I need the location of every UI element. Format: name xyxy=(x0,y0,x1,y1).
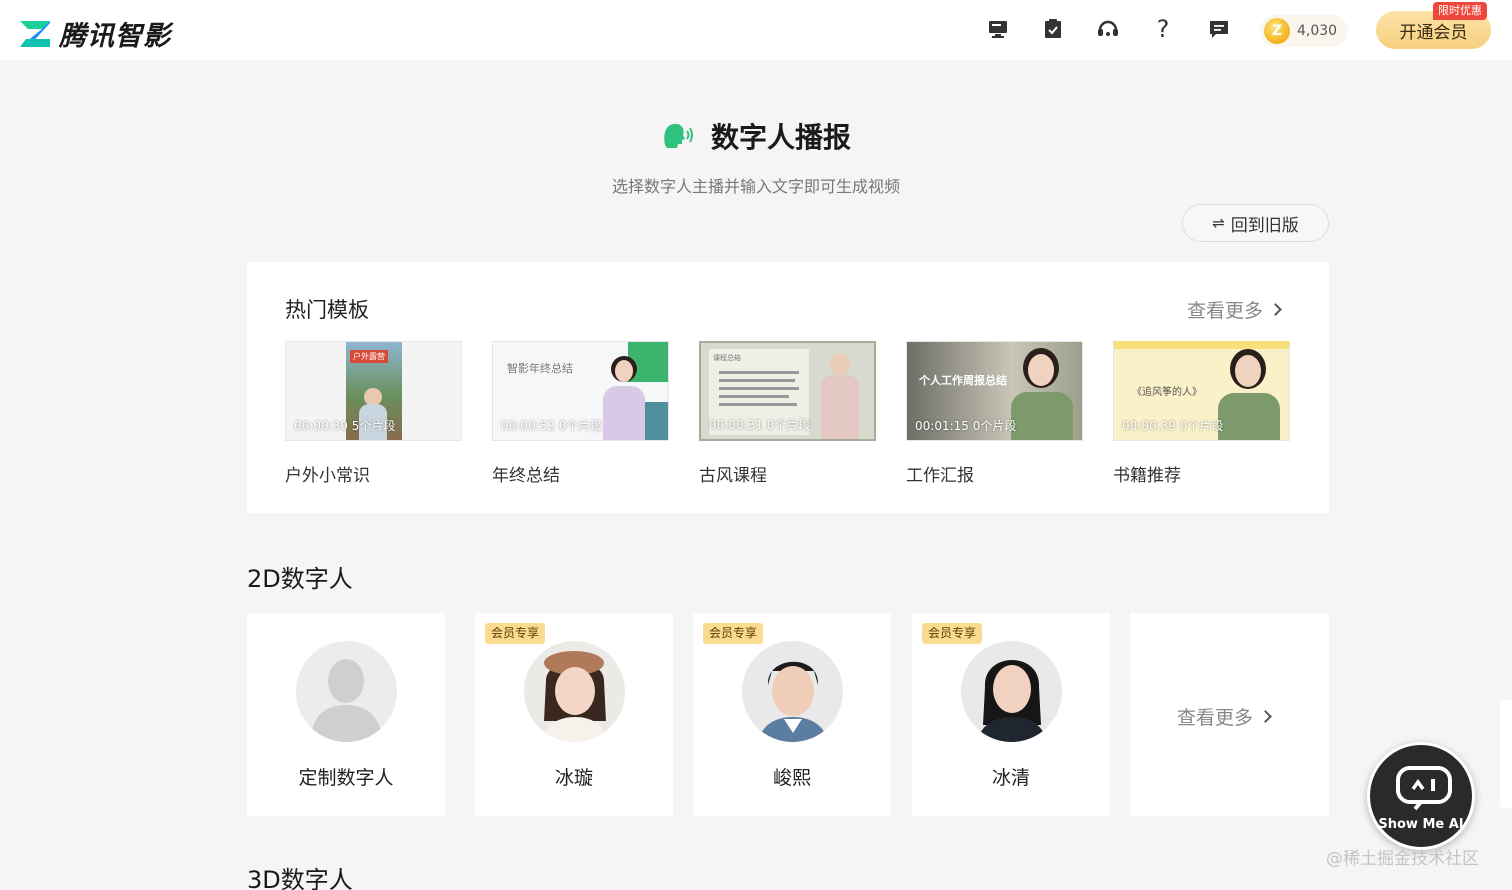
template-name: 书籍推荐 xyxy=(1113,466,1181,486)
ai-assistant-button[interactable]: Show Me AI xyxy=(1367,742,1475,850)
back-to-old-label: 回到旧版 xyxy=(1230,215,1299,236)
template-name: 户外小常识 xyxy=(285,466,370,486)
hot-templates-title: 热门模板 xyxy=(285,298,369,322)
page-title: 数字人播报 xyxy=(0,116,1512,156)
avatar xyxy=(742,641,843,742)
speaking-head-icon xyxy=(664,123,693,148)
template-name: 古风课程 xyxy=(699,466,767,486)
headset-icon[interactable] xyxy=(1095,16,1121,42)
template-thumbnail: 《追风筝的人》 00:00:39 0个片段 xyxy=(1113,341,1290,441)
chevron-right-icon xyxy=(1269,303,1282,316)
template-card[interactable]: 户外露营 00:00:30 5个片段 户外小常识 xyxy=(285,341,462,486)
side-tab[interactable] xyxy=(1500,700,1512,808)
logo-text: 腾讯智影 xyxy=(59,21,171,52)
template-meta: 00:00:30 5个片段 xyxy=(294,419,396,433)
template-meta: 00:00:39 0个片段 xyxy=(1122,419,1224,433)
watermark: @稀土掘金技术社区 xyxy=(1326,849,1479,869)
template-meta: 00:01:15 0个片段 xyxy=(915,419,1017,433)
template-card[interactable]: 个人工作周报总结 00:01:15 0个片段 工作汇报 xyxy=(906,341,1083,486)
template-thumbnail: 智影年终总结 00:00:52 0个片段 xyxy=(492,341,669,441)
more-digital-humans-card[interactable]: 查看更多 xyxy=(1130,613,1329,816)
top-bar: 腾讯智影 ? Z 4,030 开通会员 限时优惠 xyxy=(0,0,1512,60)
section-title-3d: 3D数字人 xyxy=(247,866,353,890)
swap-icon: ⇌ xyxy=(1212,214,1225,232)
avatar xyxy=(296,641,397,742)
page-subtitle: 选择数字人主播并输入文字即可生成视频 xyxy=(611,177,900,196)
section-title-2d: 2D数字人 xyxy=(247,565,353,593)
hot-templates-card: 热门模板 查看更多 户外露营 00:00:30 5个片段 户外小常识 智影年终总… xyxy=(247,262,1329,513)
avatar xyxy=(524,641,625,742)
task-icon[interactable] xyxy=(1040,16,1066,42)
coin-icon: Z xyxy=(1264,18,1290,44)
logo[interactable]: 腾讯智影 xyxy=(20,14,171,53)
user-placeholder-icon xyxy=(310,659,383,742)
monitor-icon[interactable] xyxy=(985,16,1011,42)
template-meta: 00:00:52 0个片段 xyxy=(501,419,603,433)
template-card[interactable]: 智影年终总结 00:00:52 0个片段 年终总结 xyxy=(492,341,669,486)
limited-offer-badge: 限时优惠 xyxy=(1433,2,1487,20)
vip-only-badge: 会员专享 xyxy=(922,623,983,644)
template-banner: 课程总结 xyxy=(713,354,741,362)
vip-only-badge: 会员专享 xyxy=(485,623,546,644)
template-meta: 00:00:31 0个片段 xyxy=(709,418,811,432)
logo-icon xyxy=(20,19,50,49)
template-banner: 智影年终总结 xyxy=(507,362,573,375)
template-thumbnail: 课程总结 00:00:31 0个片段 xyxy=(699,341,876,441)
digital-human-card[interactable]: 会员专享 冰清 xyxy=(912,613,1110,816)
page-heading: 数字人播报 xyxy=(710,121,851,154)
template-card[interactable]: 《追风筝的人》 00:00:39 0个片段 书籍推荐 xyxy=(1113,341,1290,486)
vip-only-badge: 会员专享 xyxy=(703,623,764,644)
template-banner: 个人工作周报总结 xyxy=(919,374,1007,387)
template-name: 年终总结 xyxy=(492,466,560,486)
digital-human-card[interactable]: 定制数字人 xyxy=(247,613,445,816)
ai-assistant-label: Show Me AI xyxy=(1378,817,1464,832)
chevron-right-icon xyxy=(1259,710,1272,723)
humans-more-label: 查看更多 xyxy=(1177,707,1254,729)
back-to-old-version-button[interactable]: ⇌ 回到旧版 xyxy=(1182,204,1329,242)
hot-more-link[interactable]: 查看更多 xyxy=(1187,296,1282,323)
digital-human-name: 冰璇 xyxy=(554,767,593,789)
template-banner: 《追风筝的人》 xyxy=(1132,387,1202,398)
coin-count: 4,030 xyxy=(1297,23,1338,39)
template-thumbnail: 个人工作周报总结 00:01:15 0个片段 xyxy=(906,341,1083,441)
digital-human-name: 冰清 xyxy=(991,767,1030,789)
help-icon[interactable]: ? xyxy=(1150,15,1176,43)
digital-human-name: 定制数字人 xyxy=(298,767,394,789)
hot-more-label: 查看更多 xyxy=(1187,300,1264,322)
digital-human-card[interactable]: 会员专享 峻熙 xyxy=(693,613,891,816)
humans-more-link[interactable]: 查看更多 xyxy=(1177,703,1272,730)
message-icon[interactable] xyxy=(1206,16,1232,42)
digital-human-name: 峻熙 xyxy=(772,767,811,789)
digital-human-card[interactable]: 会员专享 冰璇 xyxy=(475,613,673,816)
coin-balance[interactable]: Z 4,030 xyxy=(1260,15,1348,47)
robot-icon xyxy=(1396,766,1452,811)
template-banner: 户外露营 xyxy=(350,350,388,363)
avatar xyxy=(961,641,1062,742)
template-card[interactable]: 课程总结 00:00:31 0个片段 古风课程 xyxy=(699,341,876,486)
template-thumbnail: 户外露营 00:00:30 5个片段 xyxy=(285,341,462,441)
template-name: 工作汇报 xyxy=(906,466,974,486)
